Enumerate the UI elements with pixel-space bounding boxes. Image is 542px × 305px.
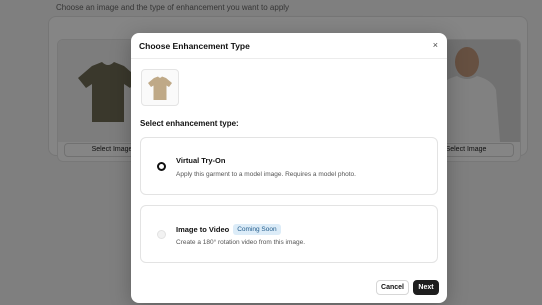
enhancement-type-dialog: Choose Enhancement Type × Select enhance…	[131, 33, 447, 303]
tshirt-icon	[148, 76, 172, 100]
option-title-wrap: Image to Video Coming Soon	[176, 224, 281, 235]
option-description: Create a 180° rotation video from this i…	[176, 239, 306, 246]
cancel-button[interactable]: Cancel	[376, 280, 409, 295]
option-title: Virtual Try-On	[176, 156, 226, 165]
next-button[interactable]: Next	[413, 280, 439, 295]
option-description: Apply this garment to a model image. Req…	[176, 171, 356, 178]
coming-soon-badge: Coming Soon	[233, 224, 281, 235]
radio-selected-icon[interactable]	[157, 162, 166, 171]
option-image-to-video: Image to Video Coming Soon Create a 180°…	[140, 205, 438, 263]
option-title-wrap: Virtual Try-On	[176, 156, 225, 165]
close-icon[interactable]: ×	[433, 41, 438, 50]
garment-thumbnail	[141, 69, 179, 106]
option-virtual-try-on[interactable]: Virtual Try-On Apply this garment to a m…	[140, 137, 438, 195]
dialog-title: Choose Enhancement Type	[139, 40, 250, 51]
section-label: Select enhancement type:	[140, 119, 239, 128]
dialog-header: Choose Enhancement Type ×	[131, 33, 447, 59]
radio-disabled-icon	[157, 230, 166, 239]
option-title: Image to Video	[176, 225, 230, 234]
